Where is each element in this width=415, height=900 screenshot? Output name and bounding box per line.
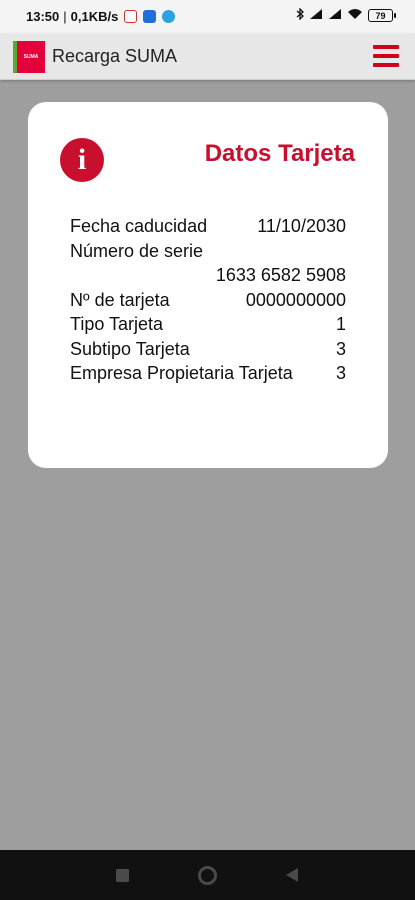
row-value: 11/10/2030 xyxy=(257,216,346,236)
wifi-icon xyxy=(347,8,363,23)
row-label: Tipo Tarjeta xyxy=(70,314,164,334)
app-bar: SUMA Recarga SUMA xyxy=(0,34,415,80)
status-right: 79 xyxy=(296,7,396,23)
row-value: 1633 6582 5908 xyxy=(215,265,346,285)
back-triangle-icon[interactable] xyxy=(286,868,298,882)
row-numero-serie-value: 1633 6582 5908 xyxy=(70,263,346,288)
row-tipo-tarjeta: Tipo Tarjeta 1 xyxy=(70,312,346,337)
row-numero-serie: Número de serie xyxy=(70,239,346,264)
bluetooth-icon xyxy=(296,7,304,23)
outlook-icon xyxy=(143,10,157,23)
app-title: Recarga SUMA xyxy=(52,46,178,66)
gmail-icon xyxy=(124,10,138,23)
menu-line xyxy=(373,45,399,49)
row-subtipo-tarjeta: Subtipo Tarjeta 3 xyxy=(70,337,346,362)
battery-level: 79 xyxy=(375,10,386,21)
status-separator: | xyxy=(63,9,67,24)
home-circle-icon[interactable] xyxy=(198,866,217,885)
info-icon: i xyxy=(60,138,104,182)
info-icon-glyph: i xyxy=(77,143,87,176)
row-label: Fecha caducidad xyxy=(70,216,208,236)
navigation-bar xyxy=(0,850,415,900)
row-value: 3 xyxy=(335,338,346,359)
card-details: Fecha caducidad 11/10/2030 Número de ser… xyxy=(70,214,346,386)
hamburger-menu-icon[interactable] xyxy=(373,44,399,68)
menu-line xyxy=(373,54,399,58)
app-logo: SUMA xyxy=(13,41,45,73)
telegram-icon xyxy=(162,10,176,23)
row-label: Subtipo Tarjeta xyxy=(70,338,190,359)
signal-icon xyxy=(328,8,342,23)
row-label: Empresa Propietaria Tarjeta xyxy=(70,363,293,383)
battery-icon: 79 xyxy=(368,9,396,22)
row-fecha-caducidad: Fecha caducidad 11/10/2030 xyxy=(70,214,346,239)
status-left: 13:50 | 0,1KB/s xyxy=(26,9,176,24)
row-value: 1 xyxy=(335,314,346,334)
card-info-panel: i Datos Tarjeta Fecha caducidad 11/10/20… xyxy=(28,102,388,468)
status-bar: 13:50 | 0,1KB/s 79 xyxy=(0,0,415,34)
status-speed: 0,1KB/s xyxy=(70,9,119,24)
row-label: Nº de tarjeta xyxy=(70,289,170,310)
row-numero-tarjeta: Nº de tarjeta 0000000000 xyxy=(70,288,346,313)
app-logo-text: SUMA xyxy=(23,54,39,60)
signal-icon xyxy=(309,8,323,23)
recents-square-icon[interactable] xyxy=(116,869,129,882)
row-label: Número de serie xyxy=(70,240,204,261)
row-empresa-propietaria: Empresa Propietaria Tarjeta 3 xyxy=(70,361,346,386)
card-title: Datos Tarjeta xyxy=(204,140,355,167)
row-value: 3 xyxy=(335,363,346,383)
menu-line xyxy=(373,63,399,67)
row-value: 0000000000 xyxy=(245,289,346,310)
status-time: 13:50 xyxy=(26,9,60,24)
